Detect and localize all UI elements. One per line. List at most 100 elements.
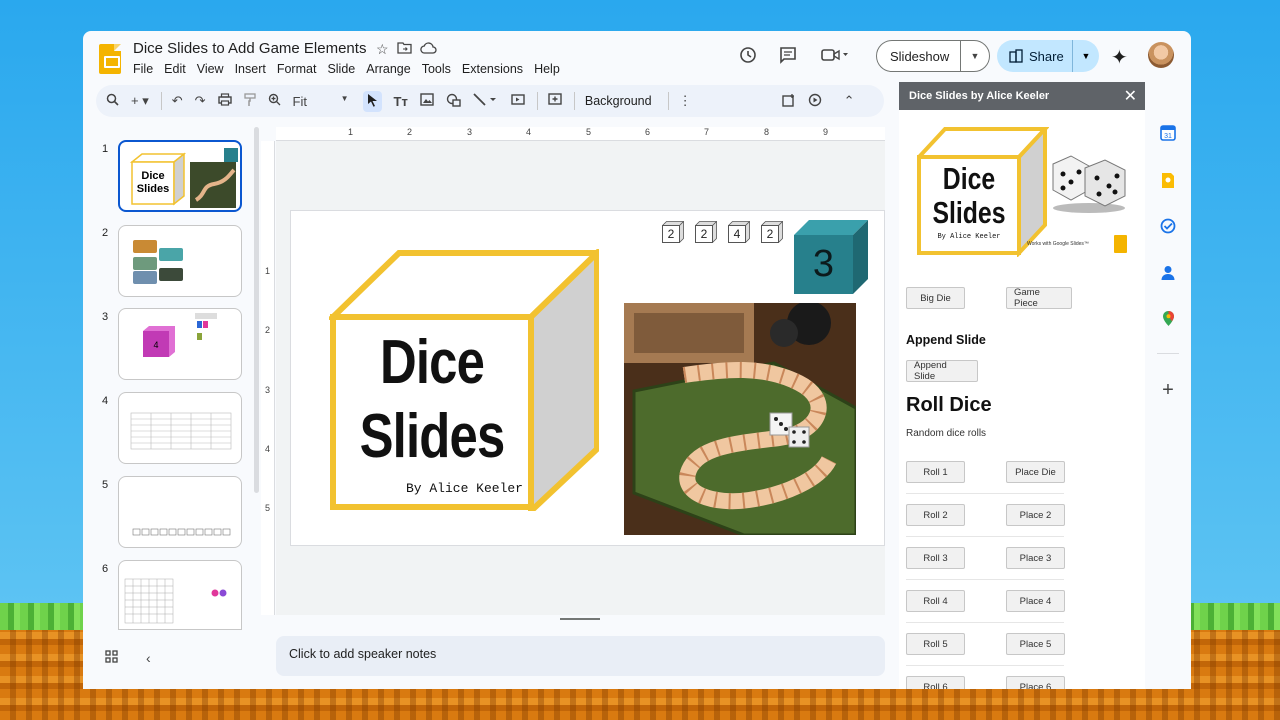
mini-die-value: 2 (761, 225, 779, 243)
mini-die-2[interactable]: 2 (695, 221, 717, 243)
version-history-icon[interactable] (734, 41, 762, 69)
print-icon[interactable] (217, 93, 232, 109)
menu-file[interactable]: File (133, 62, 160, 76)
place-die-button[interactable]: Place Die (1006, 461, 1065, 483)
game-piece-button[interactable]: Game Piece (1006, 287, 1072, 309)
menu-edit[interactable]: Edit (164, 62, 193, 76)
slide-thumbnail-4[interactable] (118, 392, 242, 464)
share-dropdown-icon[interactable]: ▼ (1073, 51, 1099, 61)
roll-5-button[interactable]: Roll 5 (906, 633, 965, 655)
slide-thumbnail-5[interactable] (118, 476, 242, 548)
contacts-icon[interactable] (1159, 263, 1177, 281)
ruler-tick: 1 (265, 266, 271, 276)
comments-icon[interactable] (774, 41, 802, 69)
calendar-icon[interactable]: 31 (1159, 124, 1177, 142)
teal-die-value: 3 (812, 243, 835, 285)
undo-icon[interactable]: ↶ (172, 93, 183, 109)
place-3-button[interactable]: Place 3 (1006, 547, 1065, 569)
slide-thumbnail-1[interactable]: Dice Slides (118, 140, 242, 212)
ruler-tick: 6 (645, 127, 651, 137)
zoom-icon[interactable] (268, 93, 281, 109)
dice-slides-title-cube[interactable]: Dice Slides By Alice Keeler (325, 245, 605, 518)
slides-logo-icon[interactable] (99, 44, 121, 74)
place-2-button[interactable]: Place 2 (1006, 504, 1065, 526)
collapse-toolbar-icon[interactable]: ⌃ (844, 93, 855, 109)
slide-number: 4 (102, 395, 109, 407)
ruler-tick: 7 (704, 127, 710, 137)
share-button[interactable]: Share ▼ (997, 40, 1099, 72)
record-icon[interactable] (808, 93, 822, 110)
slideshow-dropdown-icon[interactable]: ▼ (961, 51, 989, 61)
search-menus-icon[interactable] (106, 93, 119, 109)
mini-die-3[interactable]: 4 (728, 221, 750, 243)
gemini-sparkle-icon[interactable]: ✦ (1111, 45, 1128, 70)
get-add-ons-icon[interactable]: + (1159, 379, 1177, 401)
roll-6-button[interactable]: Roll 6 (906, 676, 965, 689)
menu-format[interactable]: Format (277, 62, 324, 76)
roll-2-button[interactable]: Roll 2 (906, 504, 965, 526)
slide-thumbnail-3[interactable]: 4 (118, 308, 242, 380)
current-slide[interactable]: Dice Slides By Alice Keeler 2 2 4 2 3 (290, 210, 885, 546)
star-icon[interactable]: ☆ (376, 41, 389, 58)
avatar[interactable] (1148, 42, 1174, 68)
more-options-icon[interactable]: ⋮ (679, 93, 692, 109)
meet-icon[interactable] (816, 41, 854, 69)
roll-3-button[interactable]: Roll 3 (906, 547, 965, 569)
speaker-notes[interactable]: Click to add speaker notes (276, 636, 885, 676)
menu-extensions[interactable]: Extensions (462, 62, 530, 76)
menu-insert[interactable]: Insert (235, 62, 273, 76)
add-comment-icon[interactable] (548, 92, 562, 110)
grid-view-icon[interactable] (105, 650, 118, 666)
cloud-saved-icon[interactable] (419, 41, 437, 58)
collapse-filmstrip-icon[interactable]: ‹ (146, 650, 151, 666)
mini-die-4[interactable]: 2 (761, 221, 783, 243)
share-label: Share (1029, 48, 1064, 64)
menu-help[interactable]: Help (534, 62, 567, 76)
add-ons-icon[interactable] (781, 93, 796, 110)
close-icon[interactable]: ✕ (1124, 86, 1137, 106)
mini-die-1[interactable]: 2 (662, 221, 684, 243)
roll-4-button[interactable]: Roll 4 (906, 590, 965, 612)
place-4-button[interactable]: Place 4 (1006, 590, 1065, 612)
ruler-tick: 2 (265, 325, 271, 335)
new-slide-icon[interactable]: + ▾ (131, 93, 149, 109)
slide-number: 5 (102, 479, 109, 491)
filmstrip-scrollbar[interactable] (254, 127, 259, 493)
shape-icon[interactable] (446, 93, 461, 110)
tasks-icon[interactable] (1159, 217, 1177, 235)
paint-format-icon[interactable] (243, 92, 256, 110)
place-5-button[interactable]: Place 5 (1006, 633, 1065, 655)
zoom-select[interactable]: Fit ▼ (293, 94, 349, 109)
place-6-button[interactable]: Place 6 (1006, 676, 1065, 689)
slide-thumbnail-6[interactable] (118, 560, 242, 630)
slideshow-label[interactable]: Slideshow (877, 41, 961, 71)
menu-arrange[interactable]: Arrange (366, 62, 417, 76)
slideshow-button[interactable]: Slideshow ▼ (876, 40, 990, 72)
insert-video-icon[interactable] (511, 93, 525, 109)
move-folder-icon[interactable] (396, 41, 412, 58)
menu-tools[interactable]: Tools (422, 62, 458, 76)
maps-icon[interactable] (1159, 309, 1177, 327)
vertical-ruler[interactable]: 1 2 3 4 5 (261, 141, 275, 615)
notes-resize-handle[interactable] (560, 618, 600, 620)
document-title[interactable]: Dice Slides to Add Game Elements (133, 40, 366, 57)
select-tool-icon[interactable] (362, 90, 382, 112)
expand-panel-icon[interactable]: › (1159, 686, 1177, 689)
keep-icon[interactable] (1159, 171, 1177, 189)
horizontal-ruler[interactable]: 1 2 3 4 5 6 7 8 9 (276, 127, 885, 141)
teal-big-die[interactable]: 3 (793, 219, 869, 295)
redo-icon[interactable]: ↷ (195, 93, 206, 109)
slide-thumbnail-2[interactable] (118, 225, 242, 297)
text-box-icon[interactable]: Tт (394, 94, 408, 109)
game-board-image[interactable] (624, 303, 856, 535)
row-divider (906, 536, 1064, 537)
menu-slide[interactable]: Slide (327, 62, 362, 76)
background-button[interactable]: Background (585, 94, 652, 108)
line-icon[interactable] (473, 93, 499, 109)
big-die-button[interactable]: Big Die (906, 287, 965, 309)
menu-view[interactable]: View (197, 62, 231, 76)
insert-image-icon[interactable] (420, 93, 434, 109)
roll-1-button[interactable]: Roll 1 (906, 461, 965, 483)
append-slide-button[interactable]: Append Slide (906, 360, 978, 382)
share-main[interactable]: Share (997, 40, 1073, 72)
